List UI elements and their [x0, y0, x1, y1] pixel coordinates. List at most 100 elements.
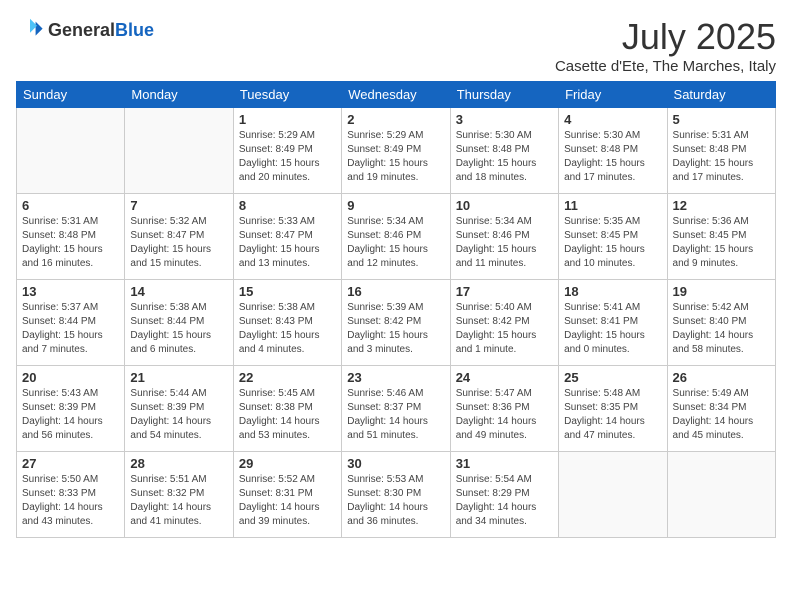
day-detail: Sunrise: 5:35 AMSunset: 8:45 PMDaylight:… [564, 215, 661, 271]
day-detail: Sunrise: 5:49 AMSunset: 8:34 PMDaylight:… [673, 387, 770, 443]
calendar-cell: 21 Sunrise: 5:44 AMSunset: 8:39 PMDayligh… [125, 366, 233, 452]
logo-blue: Blue [115, 20, 154, 40]
calendar-cell: 13 Sunrise: 5:37 AMSunset: 8:44 PMDayligh… [17, 280, 125, 366]
day-number: 29 [239, 456, 336, 471]
day-detail: Sunrise: 5:31 AMSunset: 8:48 PMDaylight:… [22, 215, 119, 271]
day-detail: Sunrise: 5:50 AMSunset: 8:33 PMDaylight:… [22, 473, 119, 529]
calendar-cell: 6Sunrise: 5:31 AMSunset: 8:48 PMDaylight… [17, 194, 125, 280]
day-detail: Sunrise: 5:46 AMSunset: 8:37 PMDaylight:… [347, 387, 444, 443]
day-number: 27 [22, 456, 119, 471]
day-detail: Sunrise: 5:30 AMSunset: 8:48 PMDaylight:… [564, 129, 661, 185]
calendar-cell: 19Sunrise: 5:42 AMSunset: 8:40 PMDayligh… [667, 280, 775, 366]
calendar-cell: 18 Sunrise: 5:41 AMSunset: 8:41 PMDayligh… [559, 280, 667, 366]
calendar-cell: 15 Sunrise: 5:38 AMSunset: 8:43 PMDayligh… [233, 280, 341, 366]
day-detail: Sunrise: 5:51 AMSunset: 8:32 PMDaylight:… [130, 473, 227, 529]
calendar-cell: 5 Sunrise: 5:31 AMSunset: 8:48 PMDaylight… [667, 108, 775, 194]
day-number: 23 [347, 370, 444, 385]
calendar-cell: 23 Sunrise: 5:46 AMSunset: 8:37 PMDayligh… [342, 366, 450, 452]
day-number: 28 [130, 456, 227, 471]
day-number: 16 [347, 284, 444, 299]
day-number: 5 [673, 112, 770, 127]
day-number: 24 [456, 370, 553, 385]
calendar-cell: 10Sunrise: 5:34 AMSunset: 8:46 PMDayligh… [450, 194, 558, 280]
calendar-cell: 12Sunrise: 5:36 AMSunset: 8:45 PMDayligh… [667, 194, 775, 280]
day-number: 1 [239, 112, 336, 127]
day-number: 25 [564, 370, 661, 385]
day-number: 13 [22, 284, 119, 299]
calendar-cell: 20Sunrise: 5:43 AMSunset: 8:39 PMDayligh… [17, 366, 125, 452]
calendar-cell: 1 Sunrise: 5:29 AMSunset: 8:49 PMDaylight… [233, 108, 341, 194]
day-detail: Sunrise: 5:29 AMSunset: 8:49 PMDaylight:… [347, 129, 444, 185]
calendar-cell: 9Sunrise: 5:34 AMSunset: 8:46 PMDaylight… [342, 194, 450, 280]
day-number: 30 [347, 456, 444, 471]
day-number: 3 [456, 112, 553, 127]
day-number: 18 [564, 284, 661, 299]
day-number: 26 [673, 370, 770, 385]
calendar-cell: 2 Sunrise: 5:29 AMSunset: 8:49 PMDaylight… [342, 108, 450, 194]
day-number: 8 [239, 198, 336, 213]
calendar-cell: 30 Sunrise: 5:53 AMSunset: 8:30 PMDayligh… [342, 452, 450, 538]
day-detail: Sunrise: 5:36 AMSunset: 8:45 PMDaylight:… [673, 215, 770, 271]
logo-icon [16, 16, 44, 44]
calendar-cell: 24Sunrise: 5:47 AMSunset: 8:36 PMDayligh… [450, 366, 558, 452]
day-detail: Sunrise: 5:42 AMSunset: 8:40 PMDaylight:… [673, 301, 770, 357]
weekday-header-monday: Monday [125, 82, 233, 108]
day-detail: Sunrise: 5:32 AMSunset: 8:47 PMDaylight:… [130, 215, 227, 271]
calendar-cell: 17 Sunrise: 5:40 AMSunset: 8:42 PMDayligh… [450, 280, 558, 366]
calendar-cell: 27 Sunrise: 5:50 AMSunset: 8:33 PMDayligh… [17, 452, 125, 538]
calendar-cell: 14Sunrise: 5:38 AMSunset: 8:44 PMDayligh… [125, 280, 233, 366]
day-detail: Sunrise: 5:43 AMSunset: 8:39 PMDaylight:… [22, 387, 119, 443]
day-number: 9 [347, 198, 444, 213]
calendar-cell: 11 Sunrise: 5:35 AMSunset: 8:45 PMDayligh… [559, 194, 667, 280]
weekday-header-thursday: Thursday [450, 82, 558, 108]
calendar-cell: 8Sunrise: 5:33 AMSunset: 8:47 PMDaylight… [233, 194, 341, 280]
calendar-cell: 26 Sunrise: 5:49 AMSunset: 8:34 PMDayligh… [667, 366, 775, 452]
calendar-cell: 3 Sunrise: 5:30 AMSunset: 8:48 PMDaylight… [450, 108, 558, 194]
calendar-cell: 7 Sunrise: 5:32 AMSunset: 8:47 PMDaylight… [125, 194, 233, 280]
day-detail: Sunrise: 5:30 AMSunset: 8:48 PMDaylight:… [456, 129, 553, 185]
calendar-cell: 28 Sunrise: 5:51 AMSunset: 8:32 PMDayligh… [125, 452, 233, 538]
calendar-cell: 4Sunrise: 5:30 AMSunset: 8:48 PMDaylight… [559, 108, 667, 194]
day-detail: Sunrise: 5:48 AMSunset: 8:35 PMDaylight:… [564, 387, 661, 443]
day-number: 10 [456, 198, 553, 213]
calendar-week-5: 27 Sunrise: 5:50 AMSunset: 8:33 PMDayligh… [17, 452, 776, 538]
calendar-week-3: 13 Sunrise: 5:37 AMSunset: 8:44 PMDayligh… [17, 280, 776, 366]
day-detail: Sunrise: 5:29 AMSunset: 8:49 PMDaylight:… [239, 129, 336, 185]
day-detail: Sunrise: 5:44 AMSunset: 8:39 PMDaylight:… [130, 387, 227, 443]
day-detail: Sunrise: 5:38 AMSunset: 8:43 PMDaylight:… [239, 301, 336, 357]
calendar-week-4: 20Sunrise: 5:43 AMSunset: 8:39 PMDayligh… [17, 366, 776, 452]
day-detail: Sunrise: 5:40 AMSunset: 8:42 PMDaylight:… [456, 301, 553, 357]
title-block: July 2025 Casette d'Ete, The Marches, It… [555, 16, 776, 75]
calendar-cell: 22Sunrise: 5:45 AMSunset: 8:38 PMDayligh… [233, 366, 341, 452]
day-number: 21 [130, 370, 227, 385]
weekday-header-row: SundayMondayTuesdayWednesdayThursdayFrid… [17, 82, 776, 108]
calendar-cell [125, 108, 233, 194]
day-number: 31 [456, 456, 553, 471]
day-detail: Sunrise: 5:39 AMSunset: 8:42 PMDaylight:… [347, 301, 444, 357]
day-number: 11 [564, 198, 661, 213]
day-number: 7 [130, 198, 227, 213]
day-detail: Sunrise: 5:41 AMSunset: 8:41 PMDaylight:… [564, 301, 661, 357]
page-header: GeneralBlue July 2025 Casette d'Ete, The… [16, 16, 776, 75]
month-year: July 2025 [555, 16, 776, 58]
calendar-week-1: 1 Sunrise: 5:29 AMSunset: 8:49 PMDaylight… [17, 108, 776, 194]
day-number: 17 [456, 284, 553, 299]
calendar-cell: 31Sunrise: 5:54 AMSunset: 8:29 PMDayligh… [450, 452, 558, 538]
weekday-header-sunday: Sunday [17, 82, 125, 108]
calendar-cell [667, 452, 775, 538]
calendar-cell: 25 Sunrise: 5:48 AMSunset: 8:35 PMDayligh… [559, 366, 667, 452]
day-number: 14 [130, 284, 227, 299]
day-detail: Sunrise: 5:31 AMSunset: 8:48 PMDaylight:… [673, 129, 770, 185]
day-detail: Sunrise: 5:37 AMSunset: 8:44 PMDaylight:… [22, 301, 119, 357]
day-detail: Sunrise: 5:53 AMSunset: 8:30 PMDaylight:… [347, 473, 444, 529]
weekday-header-friday: Friday [559, 82, 667, 108]
day-number: 2 [347, 112, 444, 127]
calendar-cell: 16 Sunrise: 5:39 AMSunset: 8:42 PMDayligh… [342, 280, 450, 366]
logo: GeneralBlue [16, 16, 154, 44]
calendar-week-2: 6Sunrise: 5:31 AMSunset: 8:48 PMDaylight… [17, 194, 776, 280]
calendar-cell: 29Sunrise: 5:52 AMSunset: 8:31 PMDayligh… [233, 452, 341, 538]
day-number: 15 [239, 284, 336, 299]
calendar-cell [559, 452, 667, 538]
day-detail: Sunrise: 5:45 AMSunset: 8:38 PMDaylight:… [239, 387, 336, 443]
calendar-cell [17, 108, 125, 194]
